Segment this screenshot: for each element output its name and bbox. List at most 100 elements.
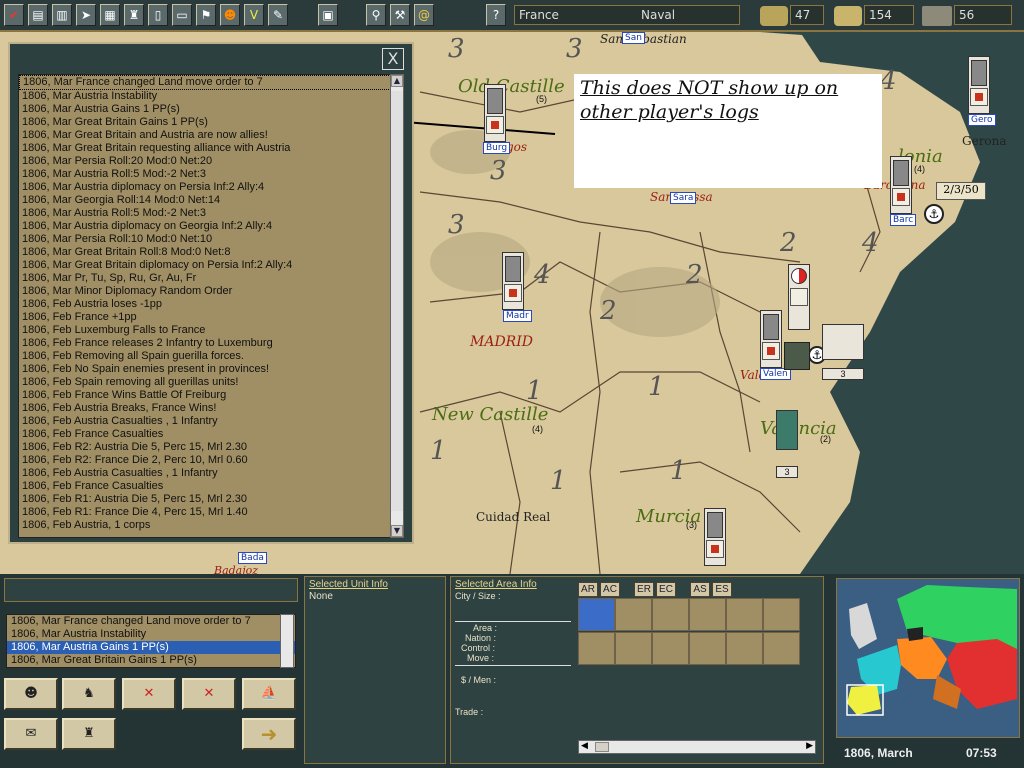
tools-icon[interactable]: ⚒ <box>390 4 410 26</box>
tab-er[interactable]: ER <box>634 582 654 597</box>
area-grid-cell[interactable] <box>763 632 800 665</box>
mini-log-entry[interactable]: 1806, Mar France changed Land move order… <box>7 615 295 628</box>
area-grid-cell[interactable] <box>689 632 726 665</box>
scroll-right-icon[interactable]: ▶ <box>806 741 813 751</box>
minimap[interactable] <box>836 578 1020 738</box>
log-entry[interactable]: 1806, Feb R1: France Die 4, Perc 15, Mrl… <box>19 506 397 519</box>
command-fleet-button[interactable]: ⛵ <box>242 678 296 710</box>
log-entry[interactable]: 1806, Mar Persia Roll:20 Mod:0 Net:20 <box>19 155 397 168</box>
city-tag-burgos[interactable]: Burg <box>483 142 511 154</box>
book2-icon[interactable]: ▣ <box>318 4 338 26</box>
log-entry[interactable]: 1806, Feb Austria Breaks, France Wins! <box>19 402 397 415</box>
log-entry[interactable]: 1806, Mar Minor Diplomacy Random Order <box>19 285 397 298</box>
city-tag-badajoz[interactable]: Bada <box>238 552 267 564</box>
fortress-unit-valencia[interactable] <box>760 310 782 368</box>
log-entry[interactable]: 1806, Feb France +1pp <box>19 311 397 324</box>
mini-log-entry[interactable]: 1806, Mar Austria Instability <box>7 628 295 641</box>
v-icon[interactable]: V <box>244 4 264 26</box>
city-tag-madrid[interactable]: Madr <box>503 310 532 322</box>
log-entry[interactable]: 1806, Feb Austria loses -1pp <box>19 298 397 311</box>
area-grid-cell[interactable] <box>615 632 652 665</box>
at-icon[interactable]: @ <box>414 4 434 26</box>
city-tag-saragossa[interactable]: Sara <box>670 192 697 204</box>
log-entry[interactable]: 1806, Feb France releases 2 Infantry to … <box>19 337 397 350</box>
log-entry[interactable]: 1806, Feb France Wins Battle Of Freiburg <box>19 389 397 402</box>
cursor-icon[interactable]: ➤ <box>76 4 96 26</box>
army-stack[interactable] <box>784 342 810 370</box>
area-grid-cell[interactable] <box>726 632 763 665</box>
city-tag-gerona[interactable]: Gero <box>968 114 996 126</box>
log-list[interactable]: 1806, Mar France changed Land move order… <box>18 74 398 538</box>
area-grid-cell[interactable] <box>726 598 763 631</box>
log-entry[interactable]: 1806, Mar Austria Roll:5 Mod:-2 Net:3 <box>19 207 397 220</box>
command-units-button[interactable]: ♞ <box>62 678 116 710</box>
log-entry[interactable]: 1806, Mar Georgia Roll:14 Mod:0 Net:14 <box>19 194 397 207</box>
log-entry[interactable]: 1806, Mar Great Britain requesting allia… <box>19 142 397 155</box>
area-grid-cell[interactable] <box>652 632 689 665</box>
log-entry[interactable]: 1806, Mar Great Britain and Austria are … <box>19 129 397 142</box>
scroll-icon[interactable]: ▭ <box>172 4 192 26</box>
log-entry[interactable]: 1806, Feb Removing all Spain guerilla fo… <box>19 350 397 363</box>
area-grid-cell[interactable] <box>652 598 689 631</box>
book-icon[interactable]: ▯ <box>148 4 168 26</box>
log-entry[interactable]: 1806, Feb Austria, 1 corps <box>19 519 397 532</box>
log-entry[interactable]: 1806, Feb R2: France Die 2, Perc 10, Mrl… <box>19 454 397 467</box>
mini-log-entry[interactable]: 1806, Mar Austria Gains 1 PP(s) <box>7 641 295 654</box>
log-entry[interactable]: 1806, Mar Austria Roll:5 Mod:-2 Net:3 <box>19 168 397 181</box>
area-grid-cell[interactable] <box>615 598 652 631</box>
garrison-label[interactable]: 2/3/50 <box>936 182 986 200</box>
infantry-unit[interactable] <box>776 410 798 450</box>
fortress-unit-madrid[interactable] <box>502 252 524 310</box>
fortress-unit-murcia[interactable] <box>704 508 726 566</box>
search-icon[interactable]: ⚲ <box>366 4 386 26</box>
grid-icon[interactable]: ▦ <box>100 4 120 26</box>
area-grid-cell[interactable] <box>763 598 800 631</box>
army-unit-counter[interactable] <box>788 264 810 330</box>
command-leader-button[interactable]: ☻ <box>4 678 58 710</box>
mini-log-entry[interactable]: 1806, Mar Great Britain Gains 1 PP(s) <box>7 654 295 667</box>
tab-ec[interactable]: EC <box>656 582 676 597</box>
log-entry[interactable]: 1806, Mar Austria diplomacy on Georgia I… <box>19 220 397 233</box>
naval-unit-stack[interactable] <box>822 324 864 360</box>
log-entry[interactable]: 1806, Mar Austria diplomacy on Persia In… <box>19 181 397 194</box>
scroll-down-icon[interactable]: ▼ <box>391 525 403 537</box>
log-entry[interactable]: 1806, Mar Austria Instability <box>19 90 397 103</box>
mini-log-scrollbar[interactable] <box>280 614 294 668</box>
log-entry[interactable]: 1806, Feb No Spain enemies present in pr… <box>19 363 397 376</box>
log-entry[interactable]: 1806, Feb R1: Austria Die 5, Perc 15, Mr… <box>19 493 397 506</box>
help-button[interactable]: ? <box>486 4 506 26</box>
log-entry[interactable]: 1806, Feb Spain removing all guerillas u… <box>19 376 397 389</box>
pen-icon[interactable]: ✎ <box>268 4 288 26</box>
command-remove-button[interactable]: ✕ <box>182 678 236 710</box>
log-entry[interactable]: 1806, Mar Persia Roll:10 Mod:0 Net:10 <box>19 233 397 246</box>
soldier-icon[interactable]: ☻ <box>220 4 240 26</box>
log-entry[interactable]: 1806, Mar Great Britain diplomacy on Per… <box>19 259 397 272</box>
scroll-track[interactable] <box>391 91 403 511</box>
tab-ar[interactable]: AR <box>578 582 598 597</box>
chart-icon[interactable]: ▥ <box>52 4 72 26</box>
log-entry[interactable]: 1806, Mar France changed Land move order… <box>19 75 397 90</box>
flag-icon[interactable]: ⚑ <box>196 4 216 26</box>
log-entry[interactable]: 1806, Feb Austria Casualties , 1 Infantr… <box>19 415 397 428</box>
map-icon[interactable]: ▤ <box>28 4 48 26</box>
tab-es[interactable]: ES <box>712 582 732 597</box>
log-entry[interactable]: 1806, Mar Great Britain Gains 1 PP(s) <box>19 116 397 129</box>
log-entry[interactable]: 1806, Feb R2: Austria Die 5, Perc 15, Mr… <box>19 441 397 454</box>
scroll-left-icon[interactable]: ◀ <box>581 741 588 751</box>
log-entry[interactable]: 1806, Feb France Casualties <box>19 428 397 441</box>
tab-as[interactable]: AS <box>690 582 710 597</box>
log-scrollbar[interactable]: ▲ ▼ <box>390 74 404 538</box>
log-entry[interactable]: 1806, Mar Pr, Tu, Sp, Ru, Gr, Au, Fr <box>19 272 397 285</box>
city-tag-san-sebastian[interactable]: San <box>622 32 645 44</box>
tab-ac[interactable]: AC <box>600 582 620 597</box>
fortress-unit-burgos[interactable] <box>484 84 506 142</box>
fortress-unit-gerona[interactable] <box>968 56 990 114</box>
scroll-up-icon[interactable]: ▲ <box>391 75 403 87</box>
log-entry[interactable]: 1806, Feb France Casualties <box>19 480 397 493</box>
area-grid-cell[interactable] <box>689 598 726 631</box>
command-army-button[interactable]: ♜ <box>62 718 116 750</box>
log-entry[interactable]: 1806, Feb Luxemburg Falls to France <box>19 324 397 337</box>
command-scroll-button[interactable]: ✉ <box>4 718 58 750</box>
command-disband-button[interactable]: ✕ <box>122 678 176 710</box>
tower-icon[interactable]: ♜ <box>124 4 144 26</box>
